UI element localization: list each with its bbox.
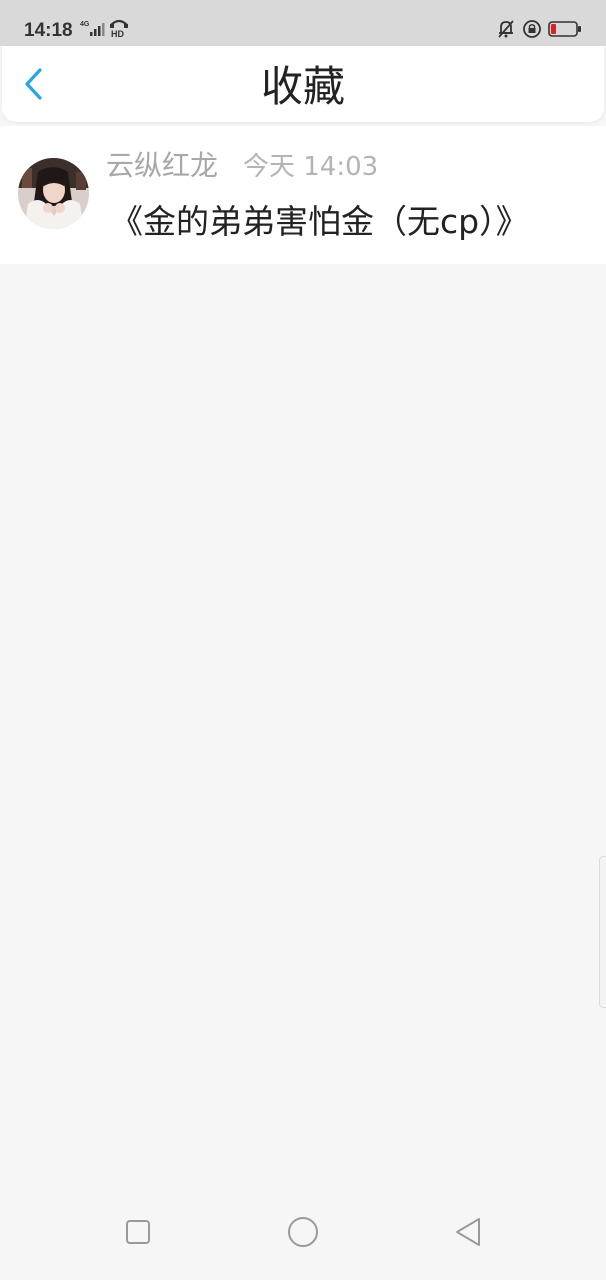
recent-apps-button[interactable] [118, 1214, 158, 1254]
avatar[interactable] [18, 158, 89, 229]
lock-rotation-icon [522, 19, 542, 43]
favorites-list: 云纵红龙 今天 14:03 《金的弟弟害怕金（无cp）》 [0, 126, 606, 264]
side-scroll-handle[interactable] [599, 856, 606, 1008]
status-time: 14:18 [24, 20, 73, 41]
user-avatar-image [18, 158, 89, 229]
status-left-icons: 4G HD [80, 18, 130, 42]
hd-call-icon: HD [108, 16, 130, 42]
system-back-button[interactable] [448, 1214, 488, 1254]
favorite-content: 《金的弟弟害怕金（无cp）》 [110, 202, 529, 241]
signal-4g-icon: 4G [80, 18, 106, 42]
nav-header: 收藏 [2, 46, 604, 122]
svg-text:4G: 4G [80, 21, 90, 28]
favorite-time: 今天 14:03 [243, 152, 379, 182]
svg-text:HD: HD [111, 29, 124, 38]
system-nav-bar [0, 1194, 606, 1280]
recent-apps-square-icon [124, 1218, 152, 1250]
author-name: 云纵红龙 [106, 149, 219, 182]
status-bar: 14:18 4G HD [0, 0, 606, 46]
back-triangle-icon [453, 1216, 483, 1252]
home-circle-icon [286, 1215, 320, 1253]
battery-low-icon [548, 20, 582, 42]
status-right-icons [496, 20, 582, 42]
home-button[interactable] [283, 1214, 323, 1254]
favorite-item[interactable]: 云纵红龙 今天 14:03 《金的弟弟害怕金（无cp）》 [0, 126, 606, 264]
mute-bell-icon [496, 19, 516, 43]
page-title: 收藏 [260, 62, 345, 111]
